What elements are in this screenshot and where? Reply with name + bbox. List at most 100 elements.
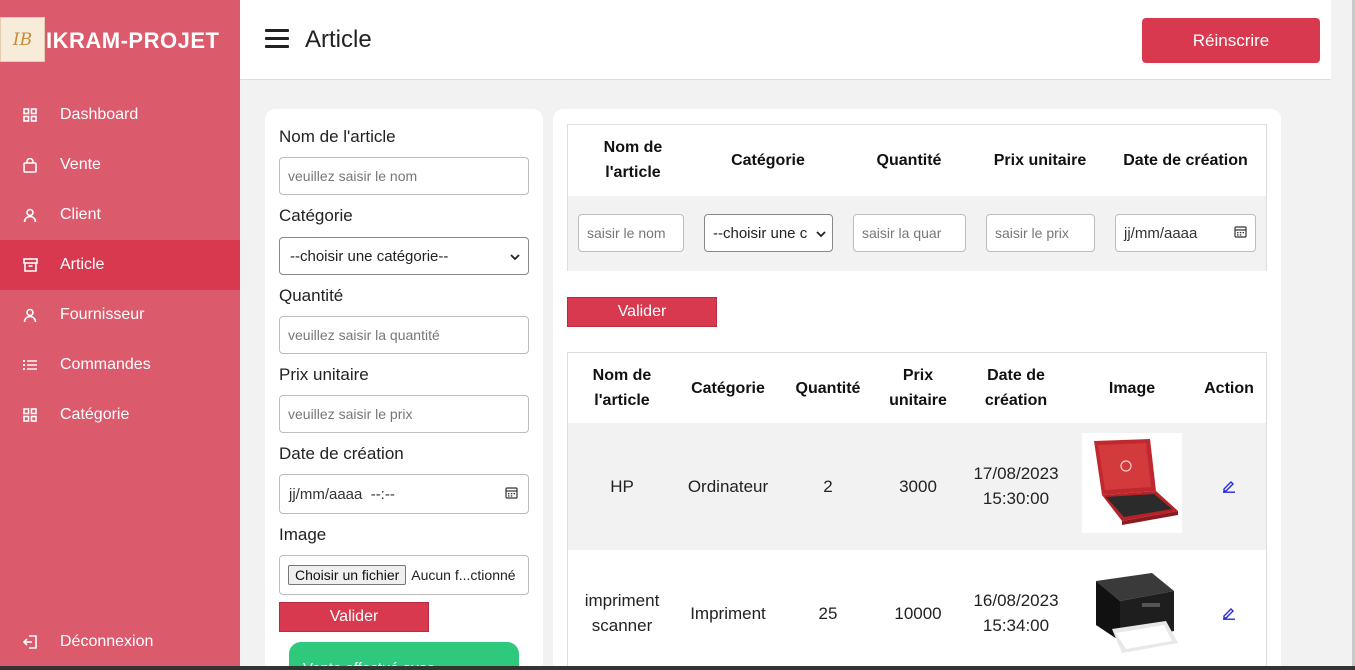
- form-valider-button[interactable]: Valider: [279, 602, 429, 632]
- printer-image: [1082, 563, 1182, 663]
- logout-icon: [22, 634, 38, 650]
- user-icon: [22, 307, 38, 323]
- filter-date-input[interactable]: jj/mm/aaaa: [1115, 214, 1256, 252]
- sidebar-item-label: Dashboard: [60, 106, 139, 123]
- grid-icon: [22, 407, 38, 423]
- edit-icon[interactable]: [1222, 606, 1236, 620]
- brand: IB IKRAM-PROJET: [0, 0, 240, 80]
- chevron-down-icon: [816, 225, 826, 242]
- filter-table: Nom de l'article Catégorie Quantité Prix…: [567, 124, 1267, 271]
- filter-header-prix: Prix unitaire: [993, 152, 1087, 169]
- col-header-date: Date de création: [966, 363, 1066, 413]
- sidebar-item-label: Client: [60, 206, 101, 223]
- col-header-nom: Nom de l'article: [572, 363, 672, 413]
- cell-quantite: 25: [818, 604, 838, 623]
- logo: IB: [0, 17, 45, 62]
- archive-icon: [22, 257, 38, 273]
- filter-categorie-select[interactable]: --choisir une c: [704, 214, 833, 252]
- table-row: impriment scanner Impriment 25 10000 16/…: [568, 550, 1266, 670]
- date-line: 17/08/2023: [973, 464, 1059, 483]
- cell-categorie: Impriment: [690, 604, 766, 623]
- logo-text: IB: [12, 29, 33, 50]
- list-icon: [22, 357, 38, 373]
- sidebar-item-categorie[interactable]: Catégorie: [0, 390, 240, 440]
- col-header-quantite: Quantité: [795, 380, 861, 397]
- logout-label: Déconnexion: [60, 633, 154, 650]
- filter-categorie-value: --choisir une c: [713, 224, 808, 242]
- col-header-categorie: Catégorie: [691, 380, 765, 397]
- sidebar-item-label: Catégorie: [60, 406, 130, 423]
- cell-quantite: 2: [823, 477, 833, 496]
- file-status: Aucun f...ctionné: [411, 567, 516, 583]
- edit-icon[interactable]: [1222, 479, 1236, 493]
- cell-date: 16/08/2023 15:34:00: [966, 588, 1066, 638]
- cell-date: 17/08/2023 15:30:00: [966, 461, 1066, 511]
- nom-line: scanner: [591, 616, 653, 635]
- sidebar-nav: Dashboard Vente Client Article Fournisse…: [0, 90, 240, 440]
- header-line: l'article: [594, 392, 650, 409]
- col-header-action: Action: [1204, 380, 1254, 397]
- article-panel: Nom de l'article Catégorie Quantité Prix…: [553, 109, 1281, 670]
- bag-icon: [22, 157, 38, 173]
- date-line: 16/08/2023: [973, 591, 1059, 610]
- filter-quantite-input[interactable]: saisir la quar: [853, 214, 966, 252]
- filter-nom-input[interactable]: saisir le nom: [578, 214, 684, 252]
- prix-input[interactable]: [279, 395, 529, 433]
- date-label: Date de création: [279, 444, 404, 463]
- filter-date-value: jj/mm/aaaa: [1124, 224, 1198, 242]
- sidebar-item-dashboard[interactable]: Dashboard: [0, 90, 240, 140]
- filter-valider-button[interactable]: Valider: [567, 297, 717, 327]
- categorie-select[interactable]: --choisir une catégorie--: [279, 237, 529, 275]
- calendar-icon[interactable]: [1234, 225, 1247, 242]
- sidebar-item-label: Commandes: [60, 356, 151, 373]
- filter-row: saisir le nom --choisir une c saisir la …: [568, 196, 1266, 271]
- filter-header-quantite: Quantité: [876, 152, 942, 169]
- cell-nom: HP: [610, 477, 634, 496]
- sidebar-item-fournisseur[interactable]: Fournisseur: [0, 290, 240, 340]
- sidebar-item-vente[interactable]: Vente: [0, 140, 240, 190]
- articles-table: Nom de l'article Catégorie Quantité Prix…: [567, 352, 1267, 670]
- nom-line: impriment: [584, 591, 660, 610]
- filter-prix-input[interactable]: saisir le prix: [986, 214, 1095, 252]
- cell-nom: impriment scanner: [572, 588, 672, 638]
- filter-header-categorie: Catégorie: [731, 152, 805, 169]
- top-header: Article Réinscrire: [240, 0, 1331, 80]
- date-input-value: jj/mm/aaaa --:--: [289, 485, 395, 503]
- laptop-image: [1082, 433, 1182, 533]
- brand-title: IKRAM-PROJET: [46, 28, 220, 53]
- header-line: l'article: [605, 164, 661, 181]
- header-line: Date de: [987, 367, 1045, 384]
- reinscrire-button[interactable]: Réinscrire: [1142, 18, 1320, 63]
- choose-file-button[interactable]: Choisir un fichier: [288, 565, 407, 585]
- cell-prix: 10000: [894, 604, 942, 623]
- filter-header-nom: Nom de l'article: [583, 135, 683, 185]
- categorie-select-value: --choisir une catégorie--: [290, 247, 449, 265]
- prix-label: Prix unitaire: [279, 365, 369, 384]
- header-line: création: [984, 392, 1048, 409]
- logout-button[interactable]: Déconnexion: [0, 617, 240, 667]
- cell-categorie: Ordinateur: [687, 477, 769, 496]
- nom-label: Nom de l'article: [279, 127, 396, 146]
- menu-icon[interactable]: [265, 29, 289, 49]
- sidebar-item-article[interactable]: Article: [0, 240, 240, 290]
- taskbar-edge: [0, 666, 1355, 670]
- quantite-input[interactable]: [279, 316, 529, 354]
- date-line: 15:34:00: [982, 616, 1050, 635]
- sidebar-item-label: Fournisseur: [60, 306, 145, 323]
- image-label: Image: [279, 525, 327, 544]
- sidebar-item-commandes[interactable]: Commandes: [0, 340, 240, 390]
- user-icon: [22, 207, 38, 223]
- header-line: Prix: [902, 367, 934, 384]
- categorie-label: Catégorie: [279, 206, 353, 225]
- quantite-label: Quantité: [279, 286, 344, 305]
- date-input[interactable]: jj/mm/aaaa --:--: [279, 474, 529, 514]
- chevron-down-icon: [510, 248, 520, 265]
- article-form: Nom de l'article Catégorie --choisir une…: [265, 109, 543, 670]
- file-input[interactable]: Choisir un fichier Aucun f...ctionné: [279, 555, 529, 595]
- calendar-icon[interactable]: [505, 486, 518, 503]
- sidebar-item-client[interactable]: Client: [0, 190, 240, 240]
- col-header-image: Image: [1108, 380, 1156, 397]
- table-row: HP Ordinateur 2 3000 17/08/2023 15:30:00: [568, 423, 1266, 550]
- nom-input[interactable]: [279, 157, 529, 195]
- sidebar-item-label: Article: [60, 256, 105, 273]
